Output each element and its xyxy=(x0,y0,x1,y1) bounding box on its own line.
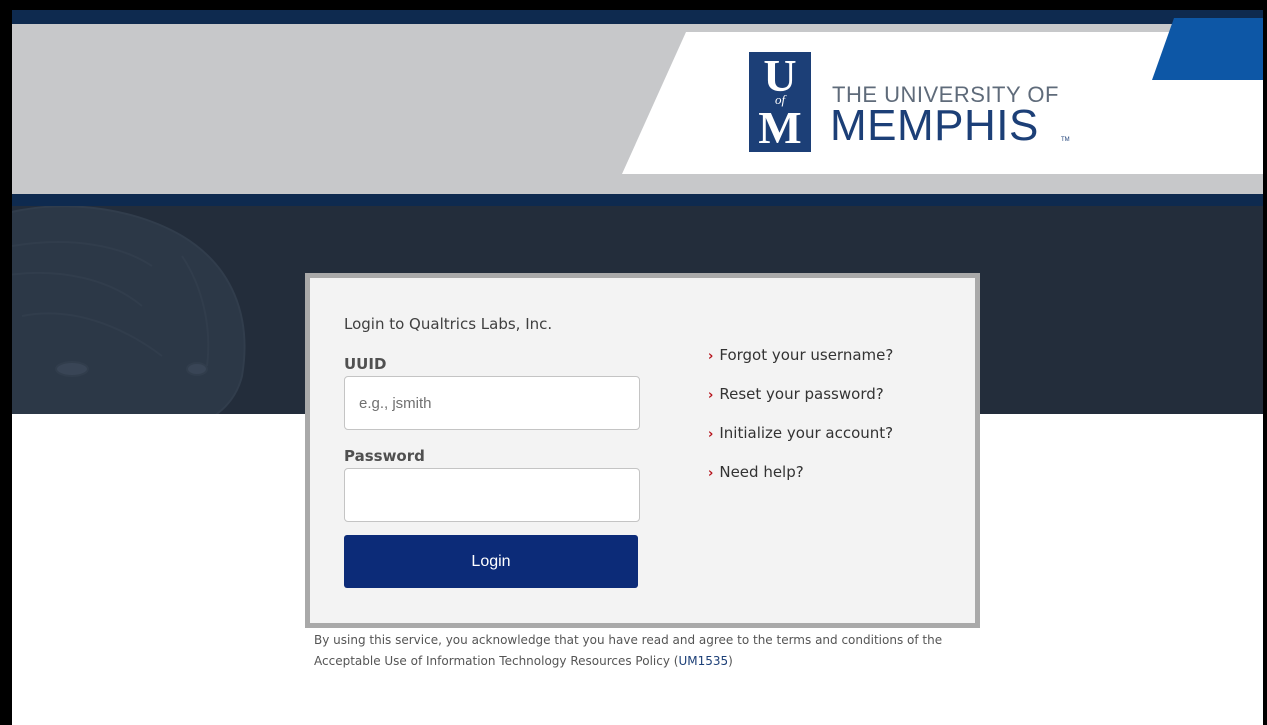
disclaimer-suffix: ) xyxy=(728,654,733,668)
university-logo-mark: U of M xyxy=(749,52,811,152)
page-frame: U of M THE UNIVERSITY OF MEMPHIS TM Logi… xyxy=(12,10,1263,725)
link-label: Forgot your username? xyxy=(719,346,894,364)
login-panel: Login to Qualtrics Labs, Inc. UUID Passw… xyxy=(305,273,980,628)
login-button[interactable]: Login xyxy=(344,535,638,588)
login-title: Login to Qualtrics Labs, Inc. xyxy=(344,315,553,333)
link-label: Need help? xyxy=(719,463,804,481)
chevron-right-icon: › xyxy=(708,466,714,481)
password-input[interactable] xyxy=(344,468,640,522)
password-label: Password xyxy=(344,447,425,465)
link-label: Reset your password? xyxy=(719,385,884,403)
chevron-right-icon: › xyxy=(708,427,714,442)
policy-link[interactable]: UM1535 xyxy=(678,654,728,668)
nav-strip xyxy=(12,194,1263,206)
uuid-input[interactable] xyxy=(344,376,640,430)
initialize-account-link[interactable]: › Initialize your account? xyxy=(708,424,893,442)
tiger-watermark-icon xyxy=(12,206,246,414)
logo-text-line2: MEMPHIS xyxy=(830,101,1039,150)
logo-mark-m: M xyxy=(758,102,802,153)
need-help-link[interactable]: › Need help? xyxy=(708,463,804,481)
chevron-right-icon: › xyxy=(708,349,714,364)
disclaimer-text: By using this service, you acknowledge t… xyxy=(314,633,943,668)
terms-disclaimer: By using this service, you acknowledge t… xyxy=(314,630,994,672)
reset-password-link[interactable]: › Reset your password? xyxy=(708,385,884,403)
uuid-label: UUID xyxy=(344,355,387,373)
link-label: Initialize your account? xyxy=(719,424,894,442)
chevron-right-icon: › xyxy=(708,388,714,403)
top-bar xyxy=(12,10,1263,24)
logo-trademark: TM xyxy=(1061,137,1070,143)
forgot-username-link[interactable]: › Forgot your username? xyxy=(708,346,893,364)
